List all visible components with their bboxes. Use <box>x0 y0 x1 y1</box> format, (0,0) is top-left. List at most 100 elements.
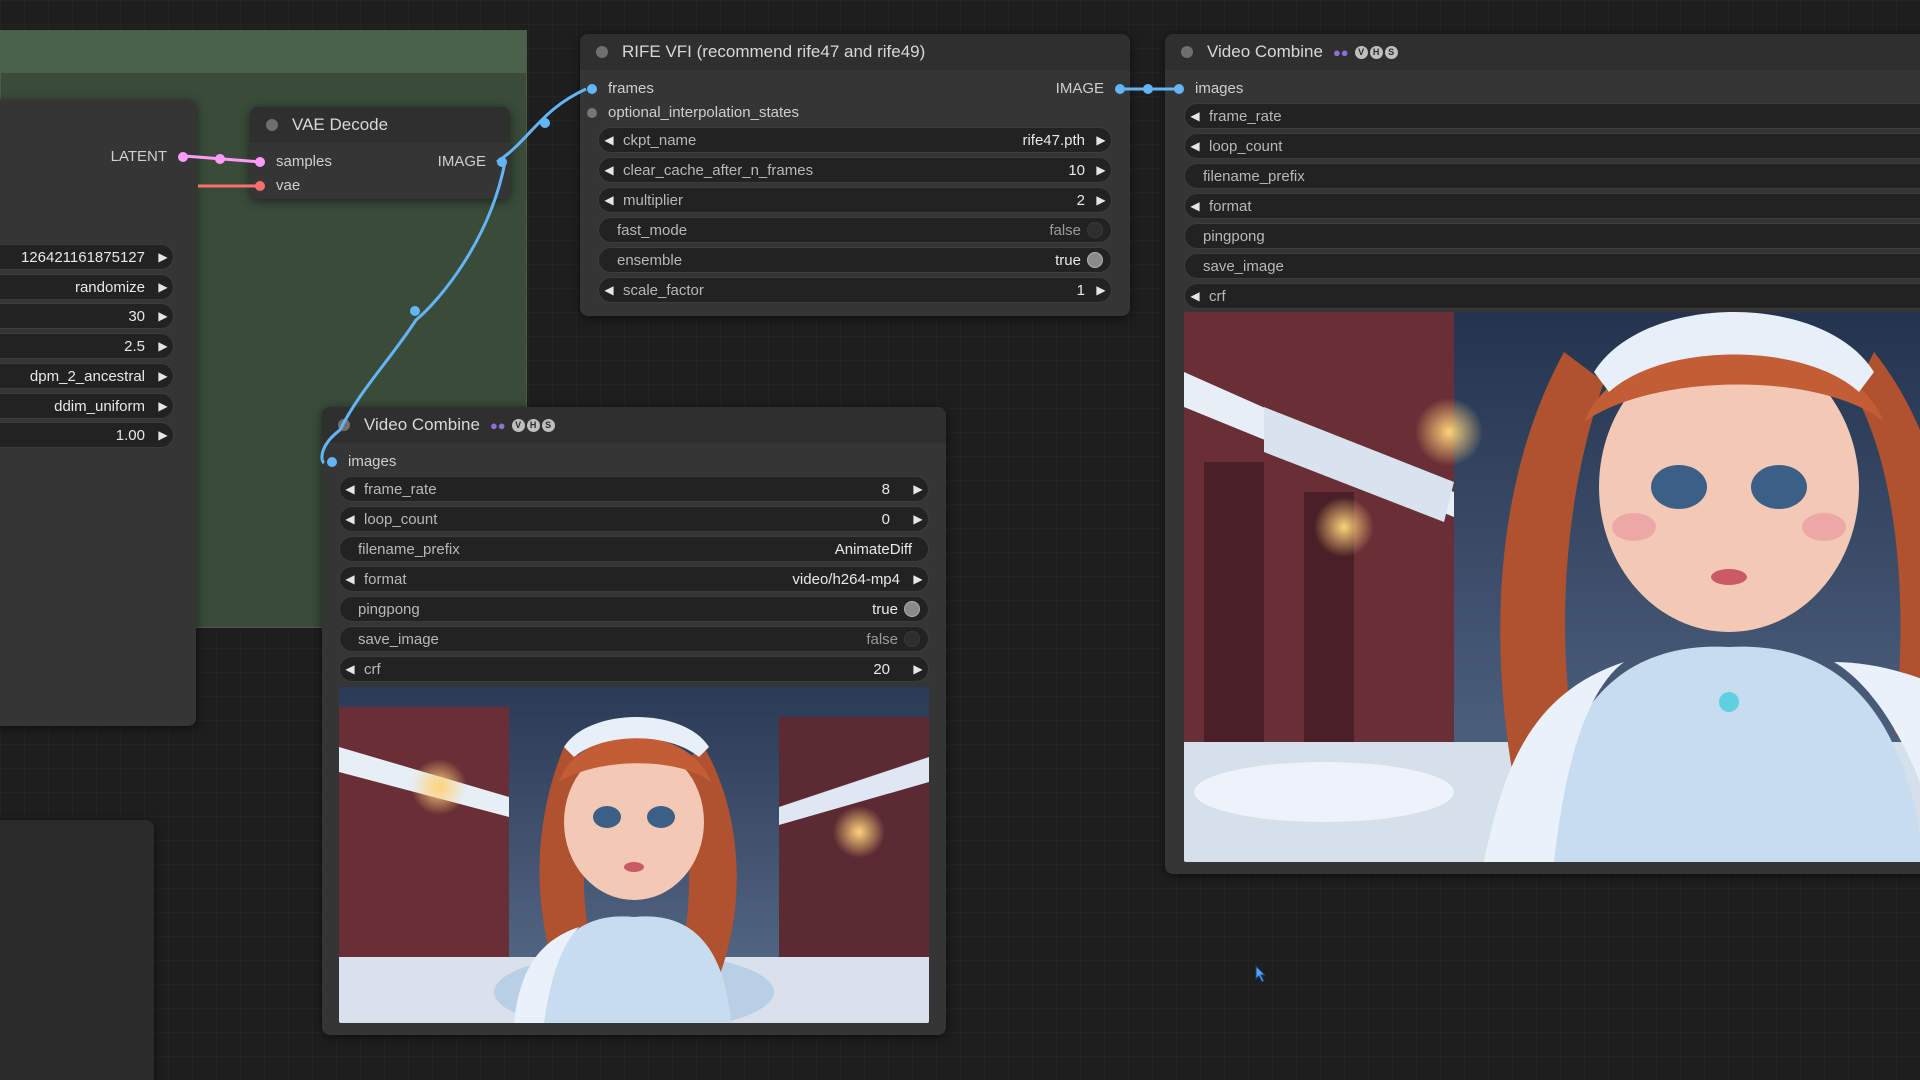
widget-label: crf <box>364 660 381 678</box>
partial-node-bottom-left[interactable] <box>0 820 154 1080</box>
collapse-dot-icon[interactable] <box>1181 46 1193 58</box>
arrow-right-icon[interactable]: ▶ <box>153 428 173 442</box>
node-title[interactable]: RIFE VFI (recommend rife47 and rife49) <box>580 34 1130 70</box>
video-preview[interactable] <box>1184 312 1920 862</box>
output-slot-image[interactable]: IMAGE <box>438 153 507 170</box>
pingpong-toggle[interactable]: pingpong <box>1184 223 1920 249</box>
scale-factor-number[interactable]: ◀ scale_factor 1 ▶ <box>598 277 1112 303</box>
output-slot-image[interactable]: IMAGE <box>1056 80 1125 97</box>
loop-count-number[interactable]: ◀ loop_count 0 ▶ <box>339 506 929 532</box>
widget-label: filename_prefix <box>358 540 460 558</box>
input-slot-images[interactable]: images <box>1174 80 1243 97</box>
arrow-right-icon[interactable]: ▶ <box>153 309 173 323</box>
format-combo[interactable]: ◀ format video/h264-mp4 ▶ <box>339 566 929 592</box>
image-output-dot[interactable] <box>1115 83 1125 94</box>
node-badges: ●● V H S <box>1333 45 1398 60</box>
rife-vfi-node[interactable]: RIFE VFI (recommend rife47 and rife49) f… <box>580 34 1130 316</box>
collapse-dot-icon[interactable] <box>266 119 278 131</box>
video-combine-node[interactable]: Video Combine ●● V H S images ◀ frame_ra… <box>322 407 946 1035</box>
input-slot-vae[interactable]: vae <box>255 177 300 194</box>
toggle-off-icon[interactable] <box>1087 222 1103 238</box>
toggle-on-icon[interactable] <box>904 601 920 617</box>
pingpong-toggle[interactable]: pingpong true <box>339 596 929 622</box>
arrow-left-icon[interactable]: ◀ <box>340 662 360 676</box>
arrow-left-icon[interactable]: ◀ <box>1185 289 1205 303</box>
collapse-dot-icon[interactable] <box>596 46 608 58</box>
arrow-right-icon[interactable]: ▶ <box>908 572 928 586</box>
sampler-name-widget[interactable]: dpm_2_ancestral ▶ <box>0 363 174 389</box>
frames-input-dot[interactable] <box>587 83 597 94</box>
arrow-right-icon[interactable]: ▶ <box>153 280 173 294</box>
output-slot-latent[interactable]: LATENT <box>111 148 188 165</box>
arrow-right-icon[interactable]: ▶ <box>1091 133 1111 147</box>
control-after-generate-widget[interactable]: randomize ▶ <box>0 274 174 300</box>
node-graph-canvas[interactable]: LATENT 126421161875127 ▶ randomize ▶ 30 ▶ 2… <box>0 0 1920 1080</box>
arrow-left-icon[interactable]: ◀ <box>599 133 619 147</box>
arrow-right-icon[interactable]: ▶ <box>153 339 173 353</box>
arrow-left-icon[interactable]: ◀ <box>340 512 360 526</box>
scheduler-widget[interactable]: ddim_uniform ▶ <box>0 393 174 419</box>
group-header[interactable] <box>1 31 526 73</box>
arrow-right-icon[interactable]: ▶ <box>1091 283 1111 297</box>
arrow-left-icon[interactable]: ◀ <box>340 482 360 496</box>
ckpt-name-combo[interactable]: ◀ ckpt_name rife47.pth ▶ <box>598 127 1112 153</box>
arrow-left-icon[interactable]: ◀ <box>1185 199 1205 213</box>
crf-number[interactable]: ◀ crf <box>1184 283 1920 309</box>
samples-input-dot[interactable] <box>255 156 265 167</box>
arrow-left-icon[interactable]: ◀ <box>599 163 619 177</box>
arrow-right-icon[interactable]: ▶ <box>908 512 928 526</box>
vae-input-dot[interactable] <box>255 180 265 191</box>
format-combo[interactable]: ◀ format <box>1184 193 1920 219</box>
arrow-left-icon[interactable]: ◀ <box>340 572 360 586</box>
arrow-left-icon[interactable]: ◀ <box>599 193 619 207</box>
image-output-dot[interactable] <box>497 156 507 167</box>
input-slot-samples[interactable]: samples <box>255 153 332 170</box>
toggle-off-icon[interactable] <box>904 631 920 647</box>
input-slot-interpolation-states[interactable]: optional_interpolation_states <box>587 104 799 121</box>
latent-output-dot[interactable] <box>178 151 188 162</box>
multiplier-number[interactable]: ◀ multiplier 2 ▶ <box>598 187 1112 213</box>
filename-prefix-text[interactable]: filename_prefix <box>1184 163 1920 189</box>
video-preview[interactable] <box>339 687 929 1023</box>
fast-mode-toggle[interactable]: fast_mode false <box>598 217 1112 243</box>
images-input-dot[interactable] <box>327 456 337 467</box>
save-image-toggle[interactable]: save_image <box>1184 253 1920 279</box>
arrow-left-icon[interactable]: ◀ <box>1185 139 1205 153</box>
node-title[interactable]: Video Combine ●● V H S <box>1165 34 1920 70</box>
seed-widget[interactable]: 126421161875127 ▶ <box>0 244 174 270</box>
arrow-right-icon[interactable]: ▶ <box>153 399 173 413</box>
arrow-right-icon[interactable]: ▶ <box>908 482 928 496</box>
interpolation-states-input-dot[interactable] <box>587 107 597 118</box>
frame-rate-number[interactable]: ◀ frame_rate 8 ▶ <box>339 476 929 502</box>
toggle-on-icon[interactable] <box>1087 252 1103 268</box>
arrow-right-icon[interactable]: ▶ <box>908 662 928 676</box>
arrow-right-icon[interactable]: ▶ <box>153 369 173 383</box>
clear-cache-number[interactable]: ◀ clear_cache_after_n_frames 10 ▶ <box>598 157 1112 183</box>
images-input-dot[interactable] <box>1174 83 1184 94</box>
video-combine-node-right[interactable]: Video Combine ●● V H S images ◀ frame_ra… <box>1165 34 1920 874</box>
input-slot-images[interactable]: images <box>327 453 396 470</box>
arrow-left-icon[interactable]: ◀ <box>599 283 619 297</box>
steps-widget[interactable]: 30 ▶ <box>0 303 174 329</box>
loop-count-number[interactable]: ◀ loop_count <box>1184 133 1920 159</box>
frame-rate-number[interactable]: ◀ frame_rate <box>1184 103 1920 129</box>
node-title[interactable]: Video Combine ●● V H S <box>322 407 946 443</box>
node-title[interactable]: VAE Decode <box>250 107 510 143</box>
ensemble-toggle[interactable]: ensemble true <box>598 247 1112 273</box>
filename-prefix-text[interactable]: filename_prefix AnimateDiff <box>339 536 929 562</box>
collapse-dot-icon[interactable] <box>338 419 350 431</box>
arrow-right-icon[interactable]: ▶ <box>1091 163 1111 177</box>
arrow-right-icon[interactable]: ▶ <box>1091 193 1111 207</box>
input-slot-frames[interactable]: frames <box>587 80 654 97</box>
widget-label: pingpong <box>1203 227 1265 245</box>
interpolation-states-label: optional_interpolation_states <box>608 104 799 121</box>
denoise-widget[interactable]: 1.00 ▶ <box>0 422 174 448</box>
arrow-right-icon[interactable]: ▶ <box>153 250 173 264</box>
crf-number[interactable]: ◀ crf 20 ▶ <box>339 656 929 682</box>
vae-decode-node[interactable]: VAE Decode samples vae IMAGE <box>250 107 510 199</box>
save-image-toggle[interactable]: save_image false <box>339 626 929 652</box>
widget-label: format <box>1209 197 1252 215</box>
arrow-left-icon[interactable]: ◀ <box>1185 109 1205 123</box>
images-label: images <box>348 453 397 470</box>
cfg-widget[interactable]: 2.5 ▶ <box>0 333 174 359</box>
